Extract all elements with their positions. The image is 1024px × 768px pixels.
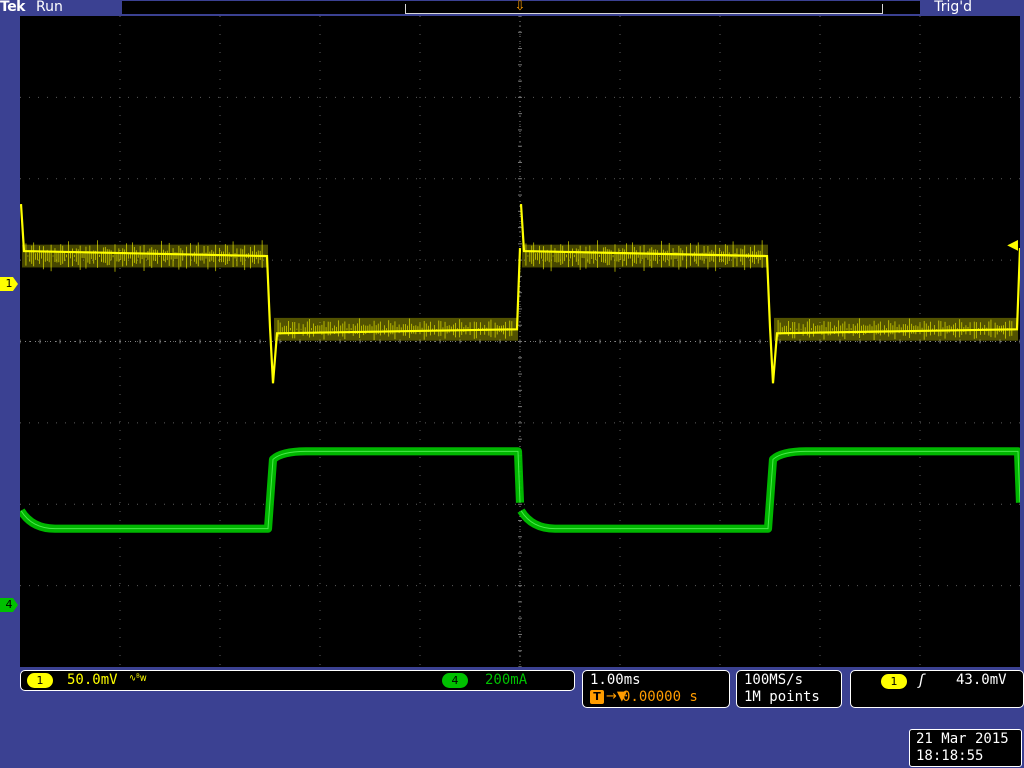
channel-4-scale: 200mA — [485, 672, 528, 688]
channel-1-scale: 50.0mV — [67, 672, 118, 688]
horizontal-readout[interactable]: 1.00ms T →▼ 0.00000 s — [582, 670, 730, 708]
rising-edge-icon: ʃ — [919, 671, 925, 689]
acquisition-readout[interactable]: 100MS/s 1M points — [736, 670, 842, 708]
acquisition-state: Run — [36, 0, 63, 15]
channel-4-ground-marker[interactable]: 4 — [0, 598, 18, 612]
vertical-readout[interactable]: 1 50.0mV ∿ᴮw 4 200mA — [20, 670, 575, 691]
channel-1-waveform — [20, 203, 522, 384]
trigger-level-marker-icon[interactable]: ◀ — [1007, 238, 1018, 252]
record-view-window[interactable] — [405, 4, 883, 14]
date-time-readout: 21 Mar 2015 18:18:55 — [909, 729, 1022, 767]
record-length: 1M points — [744, 689, 820, 705]
channel-1-coupling-icon: ∿ᴮw — [129, 673, 147, 684]
channel-4-badge[interactable]: 4 — [442, 673, 468, 688]
oscilloscope-screen: Tek Run Trig'd ⇩ T ◀ 1 4 1 50.0mV ∿ᴮw 4 … — [0, 0, 1024, 768]
waveform-display[interactable]: ◀ — [20, 16, 1020, 667]
brand-label: Tek — [0, 0, 26, 15]
trigger-source-badge[interactable]: 1 — [881, 674, 907, 689]
channel-1-badge[interactable]: 1 — [27, 673, 53, 688]
timebase-scale: 1.00ms — [590, 672, 641, 688]
sample-rate: 100MS/s — [744, 672, 804, 688]
trigger-readout[interactable]: 1 ʃ 43.0mV — [850, 670, 1024, 708]
channel-1-waveform — [519, 203, 1020, 384]
trigger-delay-icon: T — [590, 690, 604, 704]
date-label: 21 Mar 2015 — [916, 731, 1009, 747]
trigger-level: 43.0mV — [956, 672, 1007, 688]
trigger-delay-value: 0.00000 s — [622, 689, 698, 705]
waveform-svg — [20, 16, 1020, 667]
time-label: 18:18:55 — [916, 748, 984, 764]
trigger-status: Trig'd — [934, 0, 972, 15]
status-bar: Tek Run Trig'd — [0, 0, 1024, 16]
channel-1-ground-marker[interactable]: 1 — [0, 277, 18, 291]
